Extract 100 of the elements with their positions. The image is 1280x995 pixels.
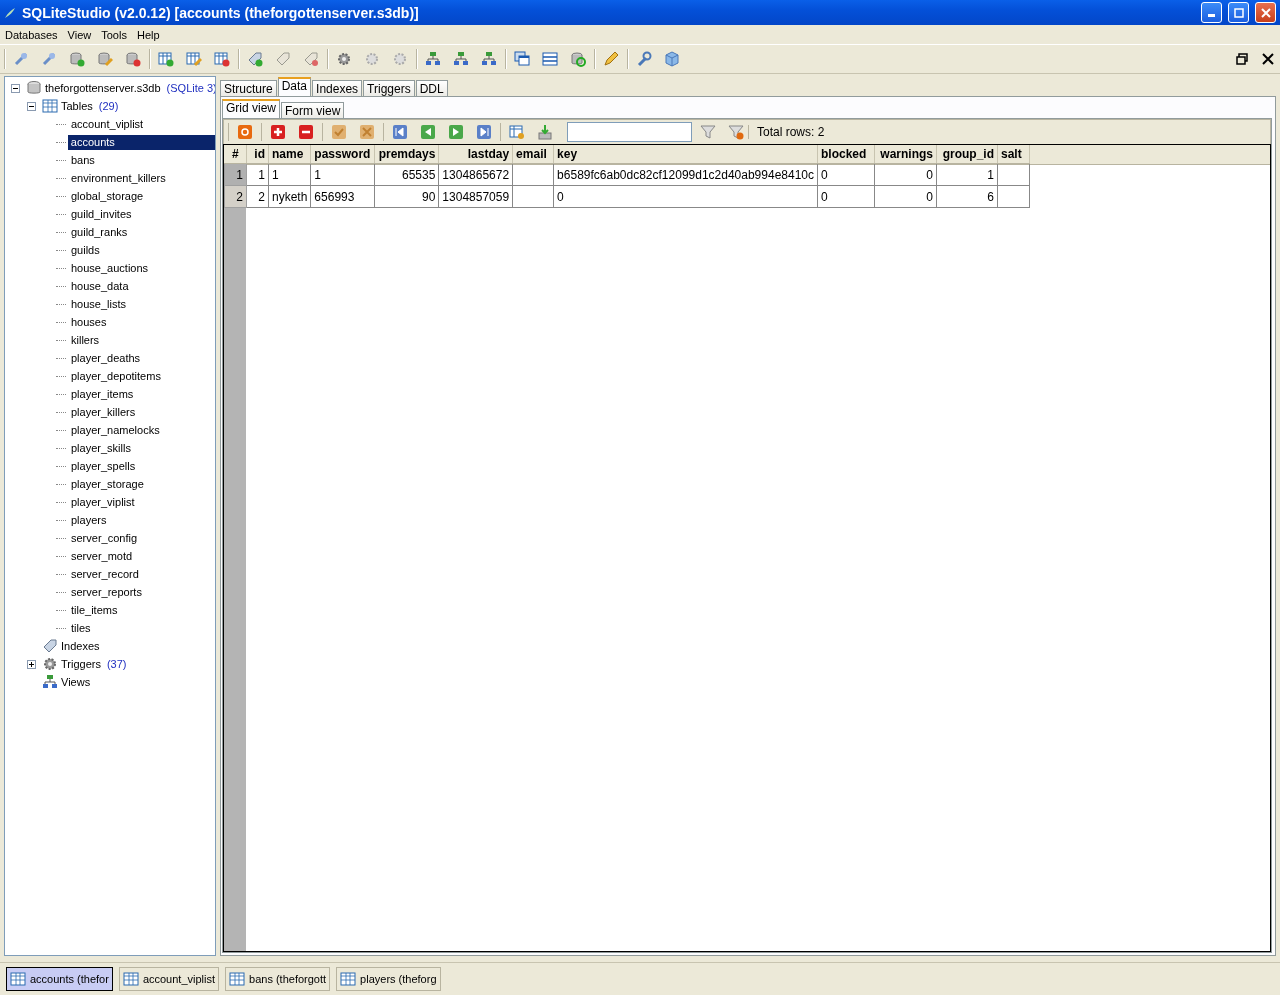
gear-icon[interactable] [336,51,352,67]
column-header[interactable]: salt [997,145,1030,164]
last-page-icon[interactable] [476,124,492,140]
table-item[interactable]: tiles [68,620,94,636]
tab[interactable]: Triggers [363,80,415,96]
table-item[interactable]: players [68,512,110,528]
table-item[interactable]: environment_killers [68,170,169,186]
expand-icon[interactable] [27,659,36,669]
table-item[interactable]: player_storage [68,476,147,492]
table-plus-icon[interactable] [158,51,174,67]
row-number[interactable]: 2 [224,185,247,208]
add-row-icon[interactable] [270,124,286,140]
import-icon[interactable] [537,124,553,140]
table-cell[interactable]: 6 [936,185,998,208]
windows-icon[interactable] [514,51,530,67]
table-item[interactable]: house_lists [68,296,130,312]
table-item[interactable]: tile_items [68,602,121,618]
previous-icon[interactable] [420,124,436,140]
commit-icon[interactable] [331,124,347,140]
tab[interactable]: Structure [220,80,277,96]
tree-item[interactable]: Tables [58,98,96,114]
table-item[interactable]: guilds [68,242,103,258]
table-item[interactable]: player_namelocks [68,422,163,438]
column-header[interactable]: group_id [936,145,998,164]
table-cell[interactable]: 0 [874,163,937,186]
cube-icon[interactable] [664,51,680,67]
filter-icon[interactable] [700,124,716,140]
table-pencil-icon[interactable] [186,51,202,67]
table-item[interactable]: accounts [67,134,215,150]
table-item[interactable]: player_skills [68,440,134,456]
window-tab[interactable]: accounts (thefor [6,967,113,991]
table-item[interactable]: player_depotitems [68,368,164,384]
table-cell[interactable]: 1 [936,163,998,186]
table-cell[interactable]: nyketh [268,185,311,208]
table-item[interactable]: house_data [68,278,132,294]
table-item[interactable]: server_motd [68,548,136,564]
database-plus-icon[interactable] [69,51,85,67]
close-button[interactable] [1255,2,1276,23]
delete-row-icon[interactable] [298,124,314,140]
table-cell[interactable]: 656993 [310,185,375,208]
column-header[interactable]: # [224,145,247,164]
tab[interactable]: DDL [415,80,448,96]
database-pencil-icon[interactable] [97,51,113,67]
table-item[interactable]: player_viplist [68,494,138,510]
database-minus-icon[interactable] [125,51,141,67]
hierarchy-icon[interactable] [453,51,469,67]
table-cell[interactable]: 90 [374,185,439,208]
column-header[interactable]: warnings [874,145,937,164]
table-item[interactable]: player_killers [68,404,139,420]
table-cell[interactable]: 2 [246,185,269,208]
table-cell[interactable]: 1 [268,163,311,186]
tab[interactable]: Data [277,77,312,96]
table-cell[interactable]: 65535 [374,163,439,186]
close-icon[interactable] [1262,53,1274,65]
column-header[interactable]: name [268,145,311,164]
window-tab[interactable]: account_viplist [118,967,220,991]
column-header[interactable]: password [310,145,375,164]
tab[interactable]: Form view [281,102,345,118]
table-cell[interactable]: 0 [817,185,875,208]
table-cell[interactable]: 1304865672 [438,163,513,186]
menu-item[interactable]: Databases [0,28,63,41]
tab[interactable]: Indexes [312,80,363,96]
maximize-button[interactable] [1228,2,1249,23]
rollback-icon[interactable] [359,124,375,140]
column-header[interactable]: lastday [438,145,513,164]
hierarchy-icon[interactable] [425,51,441,67]
menu-item[interactable]: Help [131,28,165,41]
row-number[interactable]: 1 [224,163,247,186]
window-tab[interactable]: bans (theforgott [225,967,331,991]
table-item[interactable]: houses [68,314,110,330]
tag-plus-icon[interactable] [247,51,263,67]
hierarchy-icon[interactable] [481,51,497,67]
first-page-icon[interactable] [392,124,408,140]
table-item[interactable]: global_storage [68,188,147,204]
column-header[interactable]: id [246,145,269,164]
table-item[interactable]: bans [68,152,98,168]
filter-field[interactable] [567,122,692,142]
next-icon[interactable] [448,124,464,140]
rows-icon[interactable] [542,51,558,67]
table-item[interactable]: player_deaths [68,350,144,366]
table-cell[interactable]: b6589fc6ab0dc82cf12099d1c2d40ab994e8410c [553,163,818,186]
table-item[interactable]: account_viplist [68,116,147,132]
table-cell[interactable]: 0 [817,163,875,186]
restore-icon[interactable] [1236,53,1248,65]
collapse-icon[interactable] [27,101,36,111]
tree-item[interactable]: Indexes [58,638,103,654]
table-item[interactable]: player_spells [68,458,139,474]
tab[interactable]: Grid view [222,99,280,118]
table-settings-icon[interactable] [509,124,525,140]
table-item[interactable]: player_items [68,386,137,402]
tree-item[interactable]: Views [58,674,94,690]
tree-item[interactable]: theforgottenserver.s3db [42,80,164,96]
table-item[interactable]: server_record [68,566,142,582]
table-minus-icon[interactable] [214,51,230,67]
table-item[interactable]: guild_invites [68,206,135,222]
table-item[interactable]: house_auctions [68,260,152,276]
table-item[interactable]: server_config [68,530,141,546]
table-cell[interactable]: 0 [874,185,937,208]
table-cell[interactable]: 1304857059 [438,185,513,208]
minimize-button[interactable] [1201,2,1222,23]
